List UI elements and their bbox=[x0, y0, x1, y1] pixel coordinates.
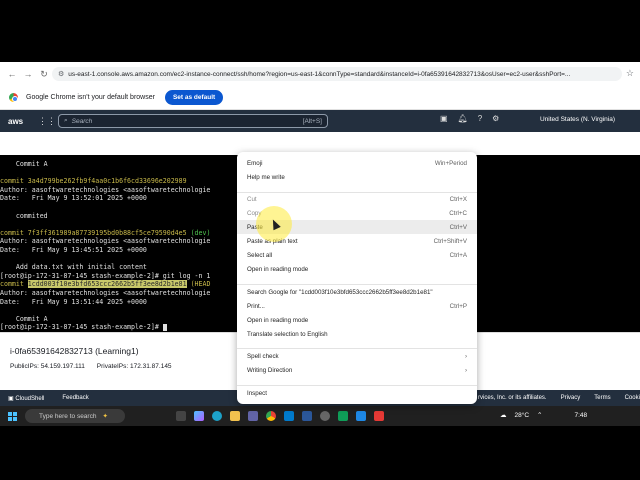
weather-icon[interactable]: ☁ bbox=[500, 411, 507, 419]
menu-separator bbox=[237, 192, 477, 193]
aws-search-input[interactable]: ⌕ Search [Alt+S] bbox=[58, 114, 328, 128]
site-info-icon[interactable]: ⚙ bbox=[58, 70, 64, 78]
context-menu-item[interactable]: Writing Direction › bbox=[237, 363, 477, 377]
tray-chevron-icon[interactable]: ⌃ bbox=[537, 411, 542, 419]
help-icon[interactable]: ? bbox=[478, 114, 482, 123]
context-menu-item[interactable]: Emoji Win+Period bbox=[237, 156, 477, 170]
menu-item-label: Spell check bbox=[247, 352, 279, 360]
menu-item-shortcut: Ctrl+X bbox=[449, 195, 467, 203]
menu-item-label: Emoji bbox=[247, 159, 263, 167]
menu-item-label: Select all bbox=[247, 251, 273, 259]
aws-logo[interactable]: aws bbox=[8, 117, 26, 126]
menu-separator bbox=[237, 348, 477, 349]
infobar-message: Google Chrome isn't your default browser bbox=[26, 94, 155, 101]
region-selector[interactable]: United States (N. Virginia) bbox=[540, 116, 615, 123]
menu-item-label: Open in reading mode bbox=[247, 265, 309, 273]
clock[interactable]: 7:48 bbox=[574, 412, 587, 419]
menu-item-shortcut: Ctrl+A bbox=[449, 251, 467, 259]
screen: ← → ↻ ⚙ us-east-1.console.aws.amazon.com… bbox=[0, 0, 640, 480]
menu-item-label: Search Google for "1cdd003f10e3bfd653ccc… bbox=[247, 288, 433, 296]
menu-item-label: Open in reading mode bbox=[247, 316, 309, 324]
menu-separator bbox=[237, 385, 477, 386]
file-explorer-icon[interactable] bbox=[230, 411, 240, 421]
context-menu-item[interactable]: Translate selection to English bbox=[237, 327, 477, 341]
menu-item-label: Cut bbox=[247, 195, 257, 203]
context-menu-item[interactable]: Select all Ctrl+A bbox=[237, 248, 477, 262]
context-menu-item[interactable]: Search Google for "1cdd003f10e3bfd653ccc… bbox=[237, 285, 477, 299]
menu-item-shortcut: Ctrl+Shift+V bbox=[433, 237, 467, 245]
menu-item-shortcut: Ctrl+P bbox=[449, 302, 467, 310]
cookie-link[interactable]: Cooki bbox=[625, 395, 640, 401]
notifications-bell-icon[interactable]: 🔔︎ bbox=[458, 114, 468, 123]
search-placeholder: Search bbox=[71, 117, 93, 125]
context-menu-item[interactable]: Print... Ctrl+P bbox=[237, 299, 477, 313]
forward-icon[interactable]: → bbox=[20, 69, 36, 79]
context-menu: Emoji Win+Period Help me write Cut Ctrl+X Cop… bbox=[237, 152, 477, 404]
windows-taskbar: Type here to search ✦ ☁ 28°C ⌃ 7:48 bbox=[0, 406, 640, 426]
submenu-chevron-icon: › bbox=[464, 366, 467, 374]
chrome-icon[interactable] bbox=[266, 411, 276, 421]
menu-item-label: Translate selection to English bbox=[247, 330, 328, 338]
private-ip: PrivateIPs: 172.31.87.145 bbox=[96, 363, 172, 370]
terminal-cursor bbox=[162, 323, 167, 331]
edge-icon[interactable] bbox=[212, 411, 222, 421]
reload-icon[interactable]: ↻ bbox=[36, 69, 52, 80]
cloudshell-icon[interactable]: ▣ bbox=[440, 114, 448, 123]
menu-item-label: Help me write bbox=[247, 173, 285, 181]
aws-nav-icons: ▣ 🔔︎ ? ⚙ bbox=[440, 114, 499, 123]
feedback-link[interactable]: Feedback bbox=[62, 395, 88, 401]
back-icon[interactable]: ← bbox=[4, 69, 20, 79]
menu-separator bbox=[237, 284, 477, 285]
search-icon: ⌕ bbox=[64, 117, 68, 124]
vscode-icon[interactable] bbox=[284, 411, 294, 421]
app-icon-1[interactable] bbox=[338, 411, 348, 421]
word-icon[interactable] bbox=[302, 411, 312, 421]
menu-item-label: Inspect bbox=[247, 389, 267, 397]
context-menu-item[interactable]: Open in reading mode bbox=[237, 262, 477, 276]
context-menu-item[interactable]: Spell check › bbox=[237, 349, 477, 363]
chrome-logo-icon bbox=[9, 93, 18, 102]
temperature[interactable]: 28°C bbox=[515, 412, 530, 419]
settings-gear-icon[interactable]: ⚙ bbox=[492, 114, 499, 123]
browser-toolbar: ← → ↻ ⚙ us-east-1.console.aws.amazon.com… bbox=[0, 62, 640, 86]
context-menu-item[interactable]: Help me write bbox=[237, 170, 477, 184]
settings-icon[interactable] bbox=[320, 411, 330, 421]
default-browser-infobar: Google Chrome isn't your default browser… bbox=[0, 86, 640, 110]
privacy-link[interactable]: Privacy bbox=[561, 395, 581, 401]
instance-ips: PublicIPs: 54.159.197.111 PrivateIPs: 17… bbox=[10, 363, 182, 370]
windows-start-icon[interactable] bbox=[8, 411, 17, 421]
sparkle-icon: ✦ bbox=[102, 413, 108, 420]
menu-item-label: Print... bbox=[247, 302, 265, 310]
public-ip: PublicIPs: 54.159.197.111 bbox=[10, 363, 85, 370]
menu-item-shortcut: Win+Period bbox=[434, 159, 467, 167]
submenu-chevron-icon: › bbox=[464, 352, 467, 360]
instance-title: i-0fa65391642832713 (Learning1) bbox=[10, 346, 139, 356]
menu-item-shortcut: Ctrl+C bbox=[449, 209, 467, 217]
set-as-default-button[interactable]: Set as default bbox=[164, 90, 224, 105]
cloudshell-link[interactable]: ▣ CloudShell bbox=[8, 395, 44, 402]
context-menu-item[interactable]: Open in reading mode bbox=[237, 313, 477, 327]
system-tray: ☁ 28°C ⌃ 7:48 bbox=[500, 411, 587, 420]
teams-icon[interactable] bbox=[248, 411, 258, 421]
menu-item-label: Writing Direction bbox=[247, 366, 293, 374]
app-icon-2[interactable] bbox=[356, 411, 366, 421]
copyright-text: rvices, Inc. or its affiliates. bbox=[478, 395, 547, 401]
search-shortcut: [Alt+S] bbox=[302, 117, 322, 125]
context-menu-item[interactable]: Cut Ctrl+X bbox=[237, 192, 477, 206]
aws-console-nav: aws ⋮⋮ ⌕ Search [Alt+S] ▣ 🔔︎ ? ⚙ United … bbox=[0, 110, 640, 132]
app-icon-3[interactable] bbox=[374, 411, 384, 421]
terms-link[interactable]: Terms bbox=[594, 395, 610, 401]
url-text: us-east-1.console.aws.amazon.com/ec2-ins… bbox=[68, 70, 571, 78]
task-view-icon[interactable] bbox=[176, 411, 186, 421]
copilot-icon[interactable] bbox=[194, 411, 204, 421]
taskbar-search-input[interactable]: Type here to search ✦ bbox=[25, 409, 125, 423]
bookmark-star-icon[interactable]: ☆ bbox=[626, 68, 634, 79]
taskbar-search-placeholder: Type here to search bbox=[39, 412, 97, 420]
menu-item-shortcut: Ctrl+V bbox=[449, 223, 467, 231]
context-menu-item[interactable]: Inspect bbox=[237, 386, 477, 400]
taskbar-apps bbox=[176, 411, 384, 421]
address-bar[interactable]: ⚙ us-east-1.console.aws.amazon.com/ec2-i… bbox=[52, 67, 622, 81]
services-grid-icon[interactable]: ⋮⋮ bbox=[38, 116, 56, 127]
